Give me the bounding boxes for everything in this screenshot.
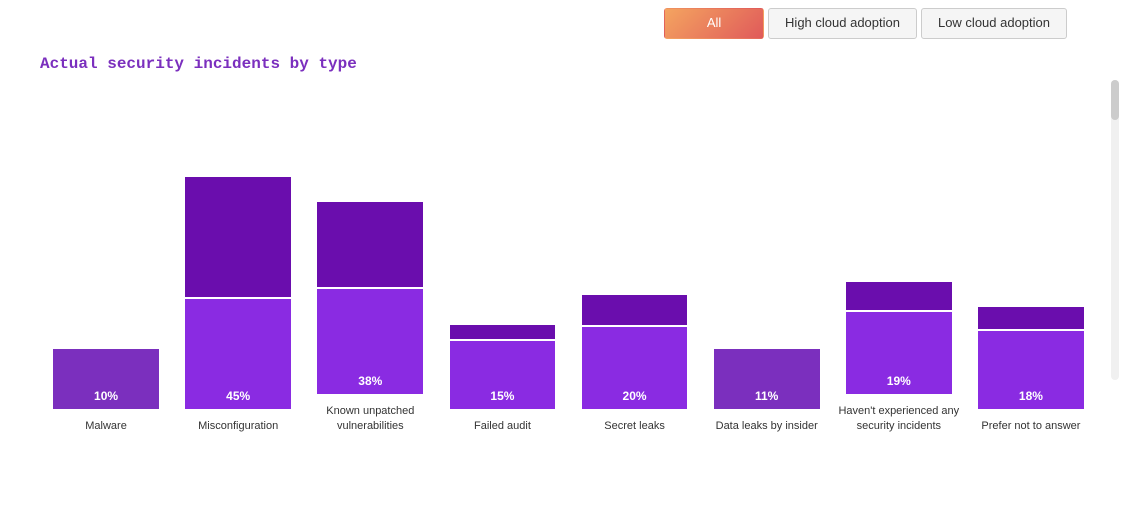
bar-stack-no-incidents: 19%: [846, 282, 952, 394]
bar-xlabel-no-incidents: Haven't experienced any security inciden…: [833, 404, 965, 433]
bar-group-prefer-not: 18% Prefer not to answer: [965, 149, 1097, 433]
filter-high-cloud-button[interactable]: High cloud adoption: [768, 8, 917, 39]
bar-container-secret-leaks: 20%: [569, 149, 701, 409]
bar-percent-secret-leaks: 20%: [623, 389, 647, 403]
bar-xlabel-malware: Malware: [81, 419, 131, 433]
bar-top-secret-leaks: [582, 295, 688, 325]
bar-percent-no-incidents: 19%: [887, 374, 911, 388]
bar-group-secret-leaks: 20% Secret leaks: [569, 149, 701, 433]
bar-group-data-leaks-insider: 11% Data leaks by insider: [701, 149, 833, 433]
bar-stack-known-unpatched: 38%: [317, 202, 423, 394]
bar-container-data-leaks-insider: 11%: [701, 149, 833, 409]
filter-low-cloud-button[interactable]: Low cloud adoption: [921, 8, 1067, 39]
bar-xlabel-misconfiguration: Misconfiguration: [194, 419, 282, 433]
bar-xlabel-secret-leaks: Secret leaks: [600, 419, 669, 433]
bar-percent-failed-audit: 15%: [490, 389, 514, 403]
bar-xlabel-known-unpatched: Known unpatched vulnerabilities: [304, 404, 436, 433]
bar-stack-prefer-not: 18%: [978, 307, 1084, 409]
bar-container-failed-audit: 15%: [436, 149, 568, 409]
bar-stack-data-leaks-insider: 11%: [714, 349, 820, 409]
bar-bottom-no-incidents: 19%: [846, 312, 952, 394]
bar-stack-misconfiguration: 45%: [185, 177, 291, 409]
vertical-scrollbar[interactable]: [1111, 80, 1119, 380]
bar-container-malware: 10%: [40, 149, 172, 409]
filter-all-button[interactable]: All: [664, 8, 764, 39]
bar-percent-prefer-not: 18%: [1019, 389, 1043, 403]
bar-container-misconfiguration: 45%: [172, 149, 304, 409]
bar-percent-misconfiguration: 45%: [226, 389, 250, 403]
bar-top-prefer-not: [978, 307, 1084, 329]
bar-bottom-secret-leaks: 20%: [582, 327, 688, 409]
chart-title: Actual security incidents by type: [0, 47, 1127, 93]
bar-container-prefer-not: 18%: [965, 149, 1097, 409]
bar-bottom-prefer-not: 18%: [978, 331, 1084, 409]
bar-group-misconfiguration: 45% Misconfiguration: [172, 149, 304, 433]
scrollbar-thumb[interactable]: [1111, 80, 1119, 120]
bar-percent-malware: 10%: [94, 389, 118, 403]
bar-bottom-known-unpatched: 38%: [317, 289, 423, 394]
bar-top-misconfiguration: [185, 177, 291, 297]
bar-group-known-unpatched: 38% Known unpatched vulnerabilities: [304, 134, 436, 433]
bar-container-known-unpatched: 38%: [304, 134, 436, 394]
bar-percent-data-leaks-insider: 11%: [755, 389, 778, 403]
bar-single-malware: 10%: [53, 349, 159, 409]
bar-group-malware: 10% Malware: [40, 149, 172, 433]
bar-top-known-unpatched: [317, 202, 423, 287]
bar-percent-known-unpatched: 38%: [358, 374, 382, 388]
bar-bottom-failed-audit: 15%: [450, 341, 556, 409]
bar-chart: 10% Malware 45% Misconfiguration 38% Known un…: [0, 93, 1127, 433]
bar-group-failed-audit: 15% Failed audit: [436, 149, 568, 433]
bar-stack-secret-leaks: 20%: [582, 295, 688, 409]
bar-group-no-incidents: 19% Haven't experienced any security inci…: [833, 134, 965, 433]
filter-buttons: All High cloud adoption Low cloud adopti…: [0, 0, 1127, 47]
bar-xlabel-data-leaks-insider: Data leaks by insider: [712, 419, 822, 433]
bar-single-data-leaks-insider: 11%: [714, 349, 820, 409]
bar-stack-malware: 10%: [53, 349, 159, 409]
bar-top-no-incidents: [846, 282, 952, 310]
bar-stack-failed-audit: 15%: [450, 325, 556, 409]
bar-top-failed-audit: [450, 325, 556, 339]
bar-xlabel-prefer-not: Prefer not to answer: [977, 419, 1084, 433]
bar-container-no-incidents: 19%: [833, 134, 965, 394]
bar-bottom-misconfiguration: 45%: [185, 299, 291, 409]
bar-xlabel-failed-audit: Failed audit: [470, 419, 535, 433]
